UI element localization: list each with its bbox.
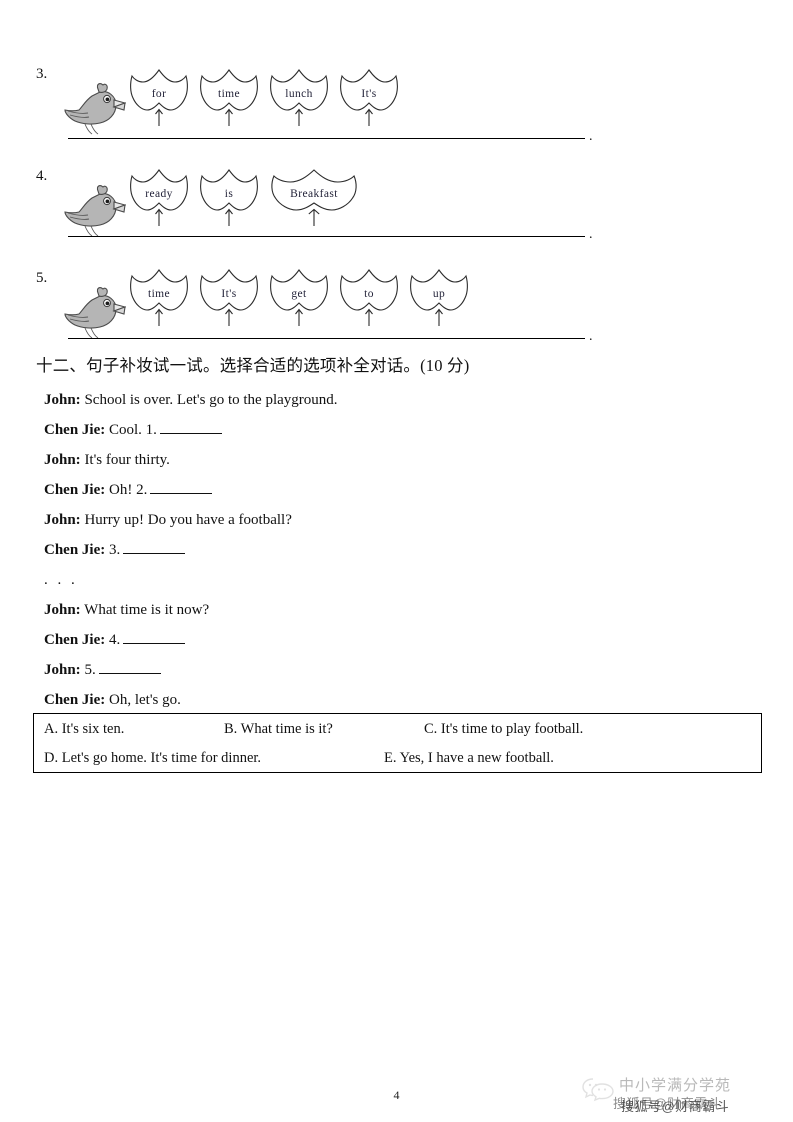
answer-blank[interactable] — [123, 631, 186, 644]
dialogue-speaker: Chen Jie: — [44, 692, 106, 708]
dialogue-speaker: Chen Jie: — [44, 632, 106, 648]
watermark-main-text: 中小学满分学苑 — [619, 1077, 732, 1094]
dialogue-speaker: John: — [44, 602, 81, 618]
tulip-word-card[interactable]: up — [408, 266, 470, 328]
row-number: 5. — [36, 270, 48, 286]
bird-icon — [62, 284, 127, 340]
dialogue-speaker: Chen Jie: — [44, 542, 106, 558]
wechat-icon — [581, 1076, 615, 1102]
tulip-word-card[interactable]: lunch — [268, 66, 330, 128]
watermark-sub-text-overlay: 搜狐号@财商霸斗 — [621, 1099, 730, 1114]
dialogue-line: John: Hurry up! Do you have a football? — [44, 505, 744, 535]
tulip-word-card[interactable]: for — [128, 66, 190, 128]
dialogue-line: Chen Jie: 4. — [44, 625, 744, 655]
answer-line[interactable] — [68, 138, 585, 139]
dialogue-text: 4. — [105, 632, 121, 648]
dialogue-text: Oh, let's go. — [105, 692, 181, 708]
dialogue-text: Cool. 1. — [105, 422, 157, 438]
dialogue-speaker: John: — [44, 662, 81, 678]
option-item[interactable]: D. Let's go home. It's time for dinner. — [44, 744, 261, 773]
dialogue-speaker: Chen Jie: — [44, 482, 106, 498]
option-item[interactable]: C. It's time to play football. — [424, 715, 583, 744]
bird-icon — [62, 80, 127, 136]
dialogue-text: Oh! 2. — [105, 482, 148, 498]
dialogue-speaker: John: — [44, 512, 81, 528]
answer-blank[interactable] — [150, 481, 213, 494]
option-item[interactable]: E. Yes, I have a new football. — [384, 744, 554, 773]
dialogue-line: Chen Jie: 3. — [44, 535, 744, 565]
option-item[interactable]: B. What time is it? — [224, 715, 333, 744]
dialogue-line: Chen Jie: Oh! 2. — [44, 475, 744, 505]
answer-line[interactable] — [68, 236, 585, 237]
worksheet-page: 3. for time lunch It's . 4. ready is Bre… — [0, 0, 793, 1122]
dialogue-speaker: Chen Jie: — [44, 422, 106, 438]
answer-blank[interactable] — [159, 421, 222, 434]
dialogue-line: John: It's four thirty. — [44, 445, 744, 475]
tulip-word-card[interactable]: is — [198, 166, 260, 228]
tulip-word-card[interactable]: It's — [338, 66, 400, 128]
dialogue-text: Hurry up! Do you have a football? — [80, 512, 292, 528]
scramble-row-3: 3. for time lunch It's . — [0, 38, 793, 144]
tulip-word-card[interactable]: Breakfast — [268, 166, 360, 228]
dialogue-ellipsis: . . . — [44, 572, 78, 588]
option-item[interactable]: A. It's six ten. — [44, 715, 124, 744]
scramble-row-5: 5. time It's get to up . — [0, 240, 793, 345]
dialogue-line: Chen Jie: Cool. 1. — [44, 415, 744, 445]
tulip-word-card[interactable]: time — [198, 66, 260, 128]
dialogue-block: John: School is over. Let's go to the pl… — [44, 385, 744, 715]
tulip-word-card[interactable]: ready — [128, 166, 190, 228]
row-number: 4. — [36, 168, 48, 184]
dialogue-text: What time is it now? — [80, 602, 210, 618]
options-row-1: A. It's six ten. B. What time is it? C. It… — [34, 715, 761, 744]
answer-period: . — [589, 329, 593, 344]
options-box: A. It's six ten. B. What time is it? C. It… — [33, 713, 762, 773]
dialogue-text: It's four thirty. — [80, 452, 170, 468]
answer-line[interactable] — [68, 338, 585, 339]
section-heading: 十二、句子补妆试一试。选择合适的选项补全对话。(10 分) — [36, 356, 470, 375]
dialogue-text: School is over. Let's go to the playgrou… — [80, 392, 338, 408]
watermark: 中小学满分学苑 搜狐号@财商霸斗 搜狐号@财商霸斗 — [575, 1072, 785, 1120]
dialogue-line: John: What time is it now? — [44, 595, 744, 625]
scramble-row-4: 4. ready is Breakfast . — [0, 140, 793, 242]
tulip-word-card[interactable]: get — [268, 266, 330, 328]
tulip-word-card[interactable]: time — [128, 266, 190, 328]
dialogue-text: 3. — [105, 542, 121, 558]
dialogue-line: John: School is over. Let's go to the pl… — [44, 385, 744, 415]
row-number: 3. — [36, 66, 48, 82]
dialogue-line: John: 5. — [44, 655, 744, 685]
dialogue-text: 5. — [80, 662, 96, 678]
dialogue-speaker: John: — [44, 452, 81, 468]
answer-blank[interactable] — [98, 661, 161, 674]
tulip-word-card[interactable]: It's — [198, 266, 260, 328]
dialogue-speaker: John: — [44, 392, 81, 408]
options-row-2: D. Let's go home. It's time for dinner. E… — [34, 744, 761, 773]
dialogue-line: Chen Jie: Oh, let's go. — [44, 685, 744, 715]
bird-icon — [62, 182, 127, 238]
tulip-word-card[interactable]: to — [338, 266, 400, 328]
answer-blank[interactable] — [123, 541, 186, 554]
